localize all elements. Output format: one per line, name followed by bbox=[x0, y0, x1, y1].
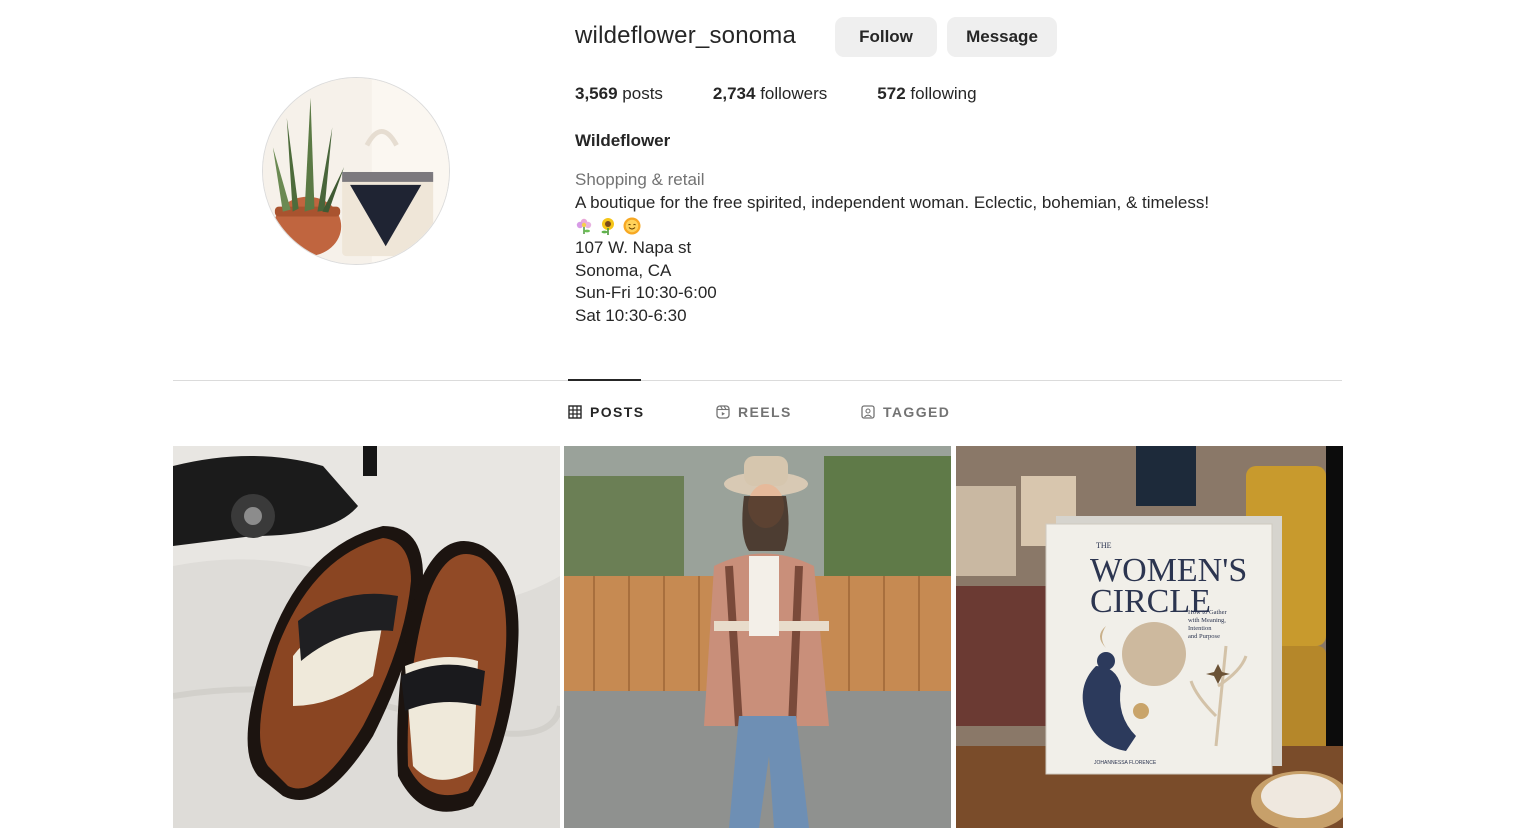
tab-tagged[interactable]: TAGGED bbox=[861, 404, 950, 420]
message-button[interactable]: Message bbox=[947, 17, 1057, 57]
book-photo: THE WOMEN'S CIRCLE How to Gather with Me… bbox=[956, 446, 1343, 828]
following-stat[interactable]: 572 following bbox=[877, 84, 976, 104]
posts-count: 3,569 bbox=[575, 84, 618, 103]
following-label: following bbox=[910, 84, 977, 103]
tab-reels-label: REELS bbox=[738, 404, 792, 420]
woman-poncho-photo bbox=[564, 446, 951, 828]
avatar-photo bbox=[263, 78, 449, 264]
book-subtitle-2: with Meaning, bbox=[1188, 617, 1226, 624]
book-subtitle-1: How to Gather bbox=[1188, 609, 1227, 616]
profile-avatar[interactable] bbox=[262, 77, 450, 265]
sunflower-emoji bbox=[601, 217, 614, 235]
reels-icon bbox=[716, 405, 730, 419]
tab-posts-label: POSTS bbox=[590, 404, 645, 420]
active-tab-indicator bbox=[568, 379, 641, 381]
tabs-divider bbox=[173, 380, 1342, 381]
address-line-2: Sonoma, CA bbox=[575, 260, 672, 280]
hours-line-2: Sat 10:30-6:30 bbox=[575, 305, 687, 325]
book-subtitle-3: Intention bbox=[1188, 625, 1212, 632]
post-tile-book[interactable]: THE WOMEN'S CIRCLE How to Gather with Me… bbox=[956, 446, 1343, 828]
bio-category: Shopping & retail bbox=[575, 170, 705, 189]
book-subtitle-4: and Purpose bbox=[1188, 633, 1220, 640]
tagged-icon bbox=[861, 405, 875, 419]
followers-count: 2,734 bbox=[712, 84, 756, 103]
address-line-1: 107 W. Napa st bbox=[575, 238, 692, 258]
bio-name: Wildeflower bbox=[575, 131, 671, 150]
tab-tagged-label: TAGGED bbox=[883, 404, 951, 420]
followers-label: followers bbox=[760, 84, 828, 103]
tab-reels[interactable]: REELS bbox=[716, 404, 792, 420]
sun-face-emoji bbox=[623, 217, 641, 235]
post-tile-shoes[interactable] bbox=[173, 446, 560, 828]
book-author: JOHANNESSA FLORENCE bbox=[1094, 760, 1157, 766]
post-tile-woman-poncho[interactable] bbox=[564, 446, 951, 828]
profile-stats: 3,569 posts 2,734 followers 572 followin… bbox=[575, 84, 1027, 104]
following-count: 572 bbox=[877, 84, 906, 103]
tab-posts[interactable]: POSTS bbox=[568, 404, 644, 420]
followers-stat[interactable]: 2,734 followers bbox=[713, 84, 827, 104]
book-title-the: THE bbox=[1096, 541, 1112, 550]
posts-stat: 3,569 posts bbox=[575, 84, 663, 104]
follow-button[interactable]: Follow bbox=[835, 17, 937, 57]
bio-emojis bbox=[575, 215, 1209, 238]
hours-line-1: Sun-Fri 10:30-6:00 bbox=[575, 283, 717, 303]
profile-username: wildeflower_sonoma bbox=[575, 22, 797, 49]
posts-label: posts bbox=[622, 84, 663, 103]
grid-icon bbox=[568, 405, 582, 419]
bio-description: A boutique for the free spirited, indepe… bbox=[575, 193, 1210, 212]
shoes-photo bbox=[173, 446, 560, 828]
bio-text: A boutique for the free spirited, indepe… bbox=[575, 192, 1209, 328]
flower-emoji bbox=[576, 218, 592, 234]
